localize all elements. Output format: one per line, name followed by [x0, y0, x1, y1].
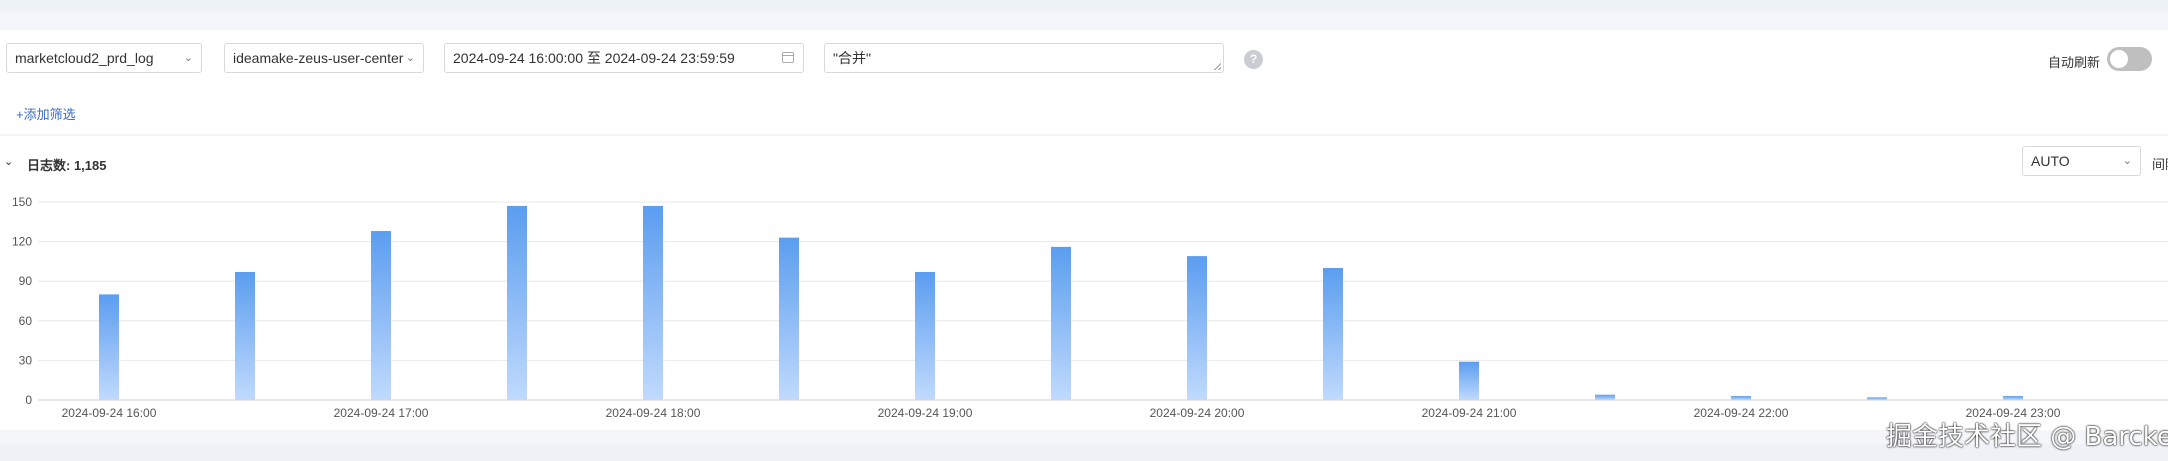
chevron-down-icon: ⌄ [183, 52, 193, 64]
x-tick-label: 2024-09-24 19:00 [878, 406, 973, 420]
histogram-bar[interactable] [915, 271, 935, 400]
histogram-bar[interactable] [1595, 394, 1615, 400]
service-select[interactable]: ideamake-zeus-user-center ⌄ [224, 43, 424, 73]
auto-refresh-label: 自动刷新 [2048, 55, 2101, 70]
histogram-bar[interactable] [643, 205, 663, 400]
histogram-bar[interactable] [1867, 397, 1887, 400]
x-tick-label: 2024-09-24 17:00 [334, 406, 429, 420]
histogram-bar[interactable] [1459, 361, 1479, 400]
calendar-icon [782, 52, 794, 63]
y-tick-label: 90 [19, 274, 33, 288]
histogram-bar[interactable] [1731, 396, 1751, 400]
histogram-panel: ⌄ 日志数: 1,185 AUTO ⌄ 间隔 0306090120150 202… [0, 136, 2168, 430]
histogram-bar[interactable] [507, 205, 527, 400]
x-tick-label: 2024-09-24 20:00 [1150, 406, 1245, 420]
histogram-bar[interactable] [1051, 246, 1071, 400]
logstore-select[interactable]: marketcloud2_prd_log ⌄ [6, 43, 202, 73]
watermark: 掘金技术社区 @ Barcke [1886, 422, 2168, 452]
y-tick-label: 60 [19, 314, 33, 328]
histogram-bar[interactable] [235, 271, 255, 400]
x-tick-label: 2024-09-24 21:00 [1422, 406, 1517, 420]
query-value: "合并" [833, 50, 871, 66]
y-tick-label: 120 [12, 235, 32, 249]
histogram-bar[interactable] [2003, 396, 2023, 400]
log-histogram-chart: 0 30 60 90 120 150 2024-09-24 16:00 2024-09-24… [12, 195, 2168, 420]
x-tick-label: 2024-09-24 18:00 [606, 406, 701, 420]
logstore-select-value: marketcloud2_prd_log [15, 50, 154, 66]
y-tick-label: 150 [12, 195, 32, 209]
x-tick-label: 2024-09-24 16:00 [62, 406, 157, 420]
top-strip [0, 0, 2168, 12]
y-tick-label: 30 [19, 353, 33, 367]
auto-refresh-toggle[interactable] [2107, 47, 2152, 71]
add-filter-row: +添加筛选 [0, 88, 2168, 134]
add-filter-link[interactable]: +添加筛选 [16, 104, 76, 123]
filter-bar: marketcloud2_prd_log ⌄ ideamake-zeus-use… [0, 30, 2168, 88]
help-icon[interactable]: ? [1244, 50, 1263, 69]
histogram-bar[interactable] [1323, 268, 1343, 400]
date-range-value: 2024-09-24 16:00:00 至 2024-09-24 23:59:5… [453, 50, 735, 66]
resize-grip-icon[interactable] [1213, 62, 1221, 70]
histogram-bar[interactable] [99, 294, 119, 400]
chevron-down-icon: ⌄ [405, 52, 415, 64]
bottom-strip [0, 444, 2168, 461]
toggle-knob [2110, 50, 2128, 68]
service-select-value: ideamake-zeus-user-center [233, 50, 404, 66]
histogram-bar[interactable] [1187, 256, 1207, 400]
date-range-picker[interactable]: 2024-09-24 16:00:00 至 2024-09-24 23:59:5… [444, 43, 804, 73]
x-tick-label: 2024-09-24 22:00 [1694, 406, 1789, 420]
y-tick-label: 0 [25, 393, 32, 407]
histogram-bar[interactable] [371, 231, 391, 400]
query-input[interactable]: "合并" [824, 43, 1224, 73]
histogram-bar[interactable] [779, 237, 799, 400]
